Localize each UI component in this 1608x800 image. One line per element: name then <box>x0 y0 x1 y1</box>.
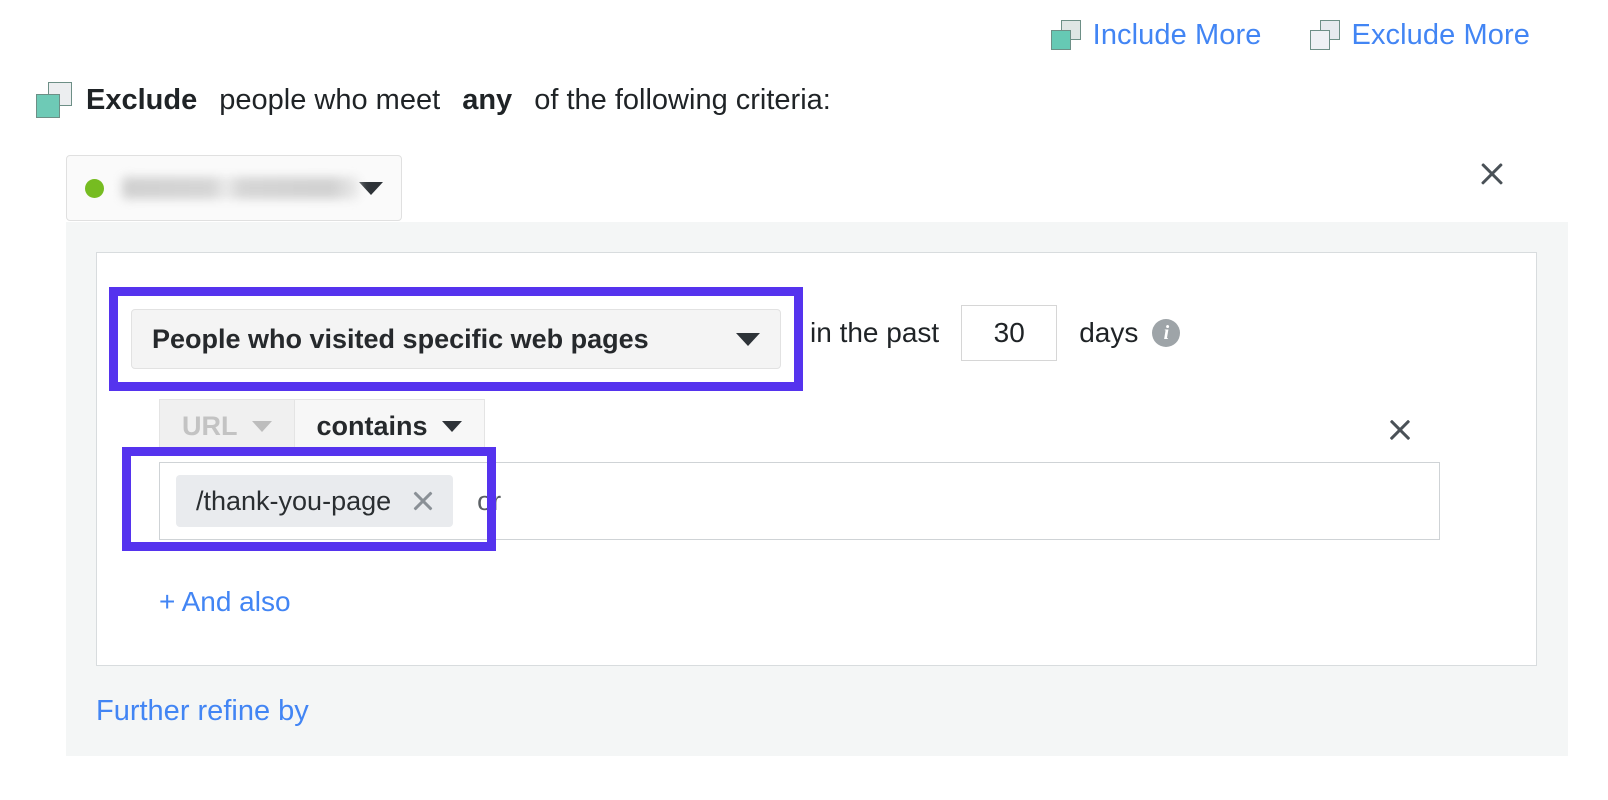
condition-field-dropdown-url[interactable]: URL <box>159 399 295 453</box>
rule-action-dropdown[interactable]: People who visited specific web pages <box>131 309 781 369</box>
include-more-button[interactable]: Include More <box>1050 18 1262 51</box>
chevron-down-icon <box>359 181 383 195</box>
audience-criteria-editor: Include More Exclude More Exclude people… <box>0 0 1608 800</box>
criteria-header-strong-any: any <box>462 83 513 116</box>
timeframe-prefix-label: in the past <box>810 317 940 348</box>
criteria-header-text-2: of the following criteria: <box>526 83 831 116</box>
top-action-links: Include More Exclude More <box>1050 18 1531 51</box>
exclude-more-button[interactable]: Exclude More <box>1309 18 1531 51</box>
chevron-down-icon <box>736 332 760 346</box>
include-more-label: Include More <box>1092 18 1262 51</box>
exclude-overlapping-squares-icon <box>1309 20 1340 50</box>
timeframe-days-input[interactable] <box>961 305 1058 361</box>
condition-tab-row: URL contains <box>159 399 485 453</box>
criteria-header: Exclude people who meet any of the follo… <box>36 82 831 118</box>
chevron-down-icon <box>441 421 462 432</box>
remove-condition-row-button[interactable] <box>1387 417 1413 443</box>
audience-selector-dropdown[interactable] <box>66 155 402 221</box>
timeframe-control: in the past days i <box>810 305 1181 361</box>
rule-action-label: People who visited specific web pages <box>152 323 649 354</box>
and-also-button[interactable]: + And also <box>159 586 291 618</box>
exclude-more-label: Exclude More <box>1351 18 1530 51</box>
condition-operator-label: contains <box>316 411 428 441</box>
audience-status-dot <box>85 178 104 198</box>
further-refine-by-button[interactable]: Further refine by <box>96 695 309 728</box>
info-icon[interactable]: i <box>1152 319 1181 347</box>
chevron-down-icon <box>251 421 272 432</box>
audience-name-redacted <box>122 177 359 199</box>
highlight-box-value-tag <box>122 447 496 551</box>
criteria-header-strong-exclude: Exclude <box>86 83 198 116</box>
timeframe-suffix-label: days <box>1079 317 1139 348</box>
remove-criteria-group-button[interactable] <box>1478 160 1506 188</box>
criteria-header-text-1: people who meet <box>211 83 449 116</box>
condition-field-label: URL <box>182 411 238 441</box>
exclude-overlapping-squares-icon <box>36 82 72 118</box>
include-overlapping-squares-icon <box>1050 20 1081 50</box>
condition-operator-dropdown-contains[interactable]: contains <box>294 399 485 453</box>
